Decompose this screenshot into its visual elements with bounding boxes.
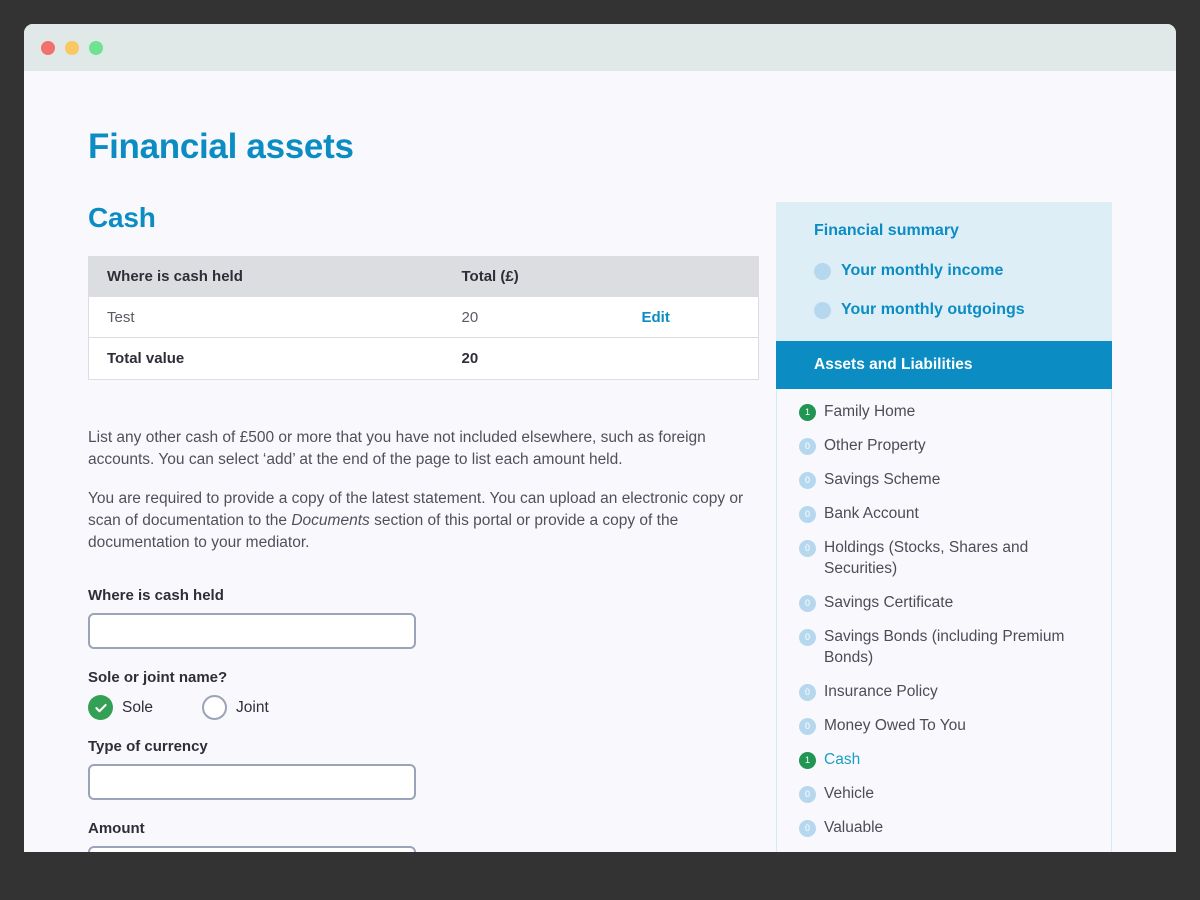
- cash-table: Where is cash held Total (£) Test 20 Edi…: [88, 256, 759, 380]
- sidebar-asset-item[interactable]: 0 Holdings (Stocks, Shares and Securities…: [777, 537, 1111, 579]
- bullet-icon: [814, 301, 831, 319]
- page-title: Financial assets: [88, 127, 354, 166]
- table-header-row: Where is cash held Total (£): [88, 256, 759, 297]
- count-badge-icon: 0: [799, 595, 816, 612]
- sole-joint-radio-group: Sole Joint: [88, 695, 758, 720]
- sidebar-item-label: Your monthly outgoings: [841, 301, 1025, 318]
- column-header-total: Total (£): [443, 256, 624, 297]
- count-badge-icon: 0: [799, 629, 816, 646]
- table-row: Test 20 Edit: [88, 296, 759, 338]
- sidebar-asset-label: Money Owed To You: [824, 717, 966, 734]
- sidebar-asset-item[interactable]: 0 Savings Certificate: [777, 592, 1111, 613]
- sidebar-asset-label: Insurance Policy: [824, 683, 938, 700]
- sidebar-asset-label: Bank Account: [824, 505, 919, 522]
- where-is-cash-held-label: Where is cash held: [88, 587, 224, 604]
- column-header-action: [623, 256, 759, 297]
- column-header-where: Where is cash held: [88, 256, 444, 297]
- browser-window: Financial assets Cash Where is cash held…: [24, 24, 1176, 876]
- sidebar-asset-item[interactable]: 0 Insurance Policy: [777, 681, 1111, 702]
- table-total-row: Total value 20: [88, 337, 759, 380]
- sidebar-asset-item[interactable]: 1 Cash: [777, 749, 1111, 770]
- financial-summary-panel: Financial summary Your monthly income Yo…: [776, 202, 1112, 341]
- count-badge-icon: 0: [799, 718, 816, 735]
- intro-paragraph-2: You are required to provide a copy of th…: [88, 488, 756, 554]
- radio-option-sole[interactable]: Sole: [88, 695, 153, 720]
- sidebar-asset-label: Savings Bonds (including Premium Bonds): [824, 628, 1065, 666]
- sidebar-asset-item[interactable]: 0 Valuable: [777, 817, 1111, 838]
- sidebar-asset-item[interactable]: 0 Other Property: [777, 435, 1111, 456]
- assets-list: 1 Family Home 0 Other Property 0 Savings Sche…: [776, 389, 1112, 876]
- sidebar-asset-label: Vehicle: [824, 785, 874, 802]
- field-type-of-currency: Type of currency: [88, 738, 758, 800]
- count-badge-icon: 0: [799, 786, 816, 803]
- type-of-currency-input[interactable]: [88, 764, 416, 800]
- section-title: Cash: [88, 202, 156, 233]
- main-column: Cash Where is cash held Total (£) Test 2…: [88, 202, 759, 876]
- sidebar-asset-item[interactable]: 0 Money Owed To You: [777, 715, 1111, 736]
- intro-paragraph-1: List any other cash of £500 or more that…: [88, 429, 706, 468]
- desktop-background-bottom: [0, 852, 1200, 900]
- sidebar-asset-label: Other Property: [824, 437, 926, 454]
- table-body: Test 20 Edit Total value 20: [88, 296, 759, 380]
- page-content: Financial assets Cash Where is cash held…: [24, 71, 1176, 876]
- financial-summary-heading: Financial summary: [814, 222, 959, 239]
- amount-label: Amount: [88, 820, 145, 837]
- cell-where: Test: [107, 308, 135, 326]
- edit-link[interactable]: Edit: [642, 309, 670, 326]
- cell-total-spacer: [624, 338, 759, 380]
- sidebar-asset-label: Savings Scheme: [824, 471, 941, 488]
- sidebar-asset-item[interactable]: 0 Bank Account: [777, 503, 1111, 524]
- count-badge-icon: 0: [799, 540, 816, 557]
- sidebar: Financial summary Your monthly income Yo…: [776, 202, 1112, 876]
- sidebar-asset-item[interactable]: 0 Savings Scheme: [777, 469, 1111, 490]
- check-icon: [88, 695, 113, 720]
- assets-liabilities-header[interactable]: Assets and Liabilities: [776, 341, 1112, 389]
- type-of-currency-label: Type of currency: [88, 738, 208, 755]
- documents-emphasis: Documents: [291, 512, 370, 529]
- screenshot-root: Financial assets Cash Where is cash held…: [0, 0, 1200, 900]
- count-badge-icon: 1: [799, 404, 816, 421]
- field-sole-or-joint: Sole or joint name? Sole Joint: [88, 669, 758, 720]
- count-badge-icon: 0: [799, 506, 816, 523]
- sidebar-asset-label: Holdings (Stocks, Shares and Securities): [824, 539, 1029, 577]
- sidebar-item-monthly-outgoings[interactable]: Your monthly outgoings: [776, 301, 1112, 319]
- count-badge-icon: 1: [799, 752, 816, 769]
- sidebar-item-monthly-income[interactable]: Your monthly income: [776, 262, 1112, 280]
- field-where-is-cash-held: Where is cash held: [88, 587, 758, 649]
- cell-total-value: 20: [461, 350, 479, 367]
- cell-total: 20: [461, 308, 479, 326]
- sidebar-item-label: Your monthly income: [841, 262, 1004, 279]
- circle-outline-icon: [202, 695, 228, 720]
- sidebar-asset-label: Cash: [824, 751, 861, 768]
- window-titlebar: [24, 24, 1176, 71]
- count-badge-icon: 0: [799, 684, 816, 701]
- count-badge-icon: 0: [799, 438, 816, 455]
- minimize-dot[interactable]: [65, 40, 79, 55]
- table-head: Where is cash held Total (£): [88, 256, 759, 297]
- sole-or-joint-label: Sole or joint name?: [88, 669, 228, 686]
- where-is-cash-held-input[interactable]: [88, 613, 416, 649]
- radio-label-joint: Joint: [236, 698, 269, 716]
- maximize-dot[interactable]: [89, 40, 103, 55]
- sidebar-asset-item[interactable]: 0 Vehicle: [777, 783, 1111, 804]
- sidebar-asset-label: Valuable: [824, 819, 884, 836]
- close-dot[interactable]: [41, 40, 55, 55]
- cell-total-label: Total value: [107, 350, 185, 367]
- radio-label-sole: Sole: [122, 698, 154, 716]
- sidebar-asset-label: Savings Certificate: [824, 594, 954, 611]
- count-badge-icon: 0: [799, 820, 816, 837]
- radio-option-joint[interactable]: Joint: [202, 695, 269, 720]
- add-cash-form: Where is cash held Sole or joint name? S…: [88, 587, 758, 876]
- cell-action: Edit: [624, 297, 759, 338]
- bullet-icon: [814, 262, 831, 280]
- count-badge-icon: 0: [799, 472, 816, 489]
- sidebar-asset-label: Family Home: [824, 403, 916, 420]
- sidebar-asset-item[interactable]: 0 Savings Bonds (including Premium Bonds): [777, 626, 1111, 668]
- sidebar-asset-item[interactable]: 1 Family Home: [777, 401, 1111, 422]
